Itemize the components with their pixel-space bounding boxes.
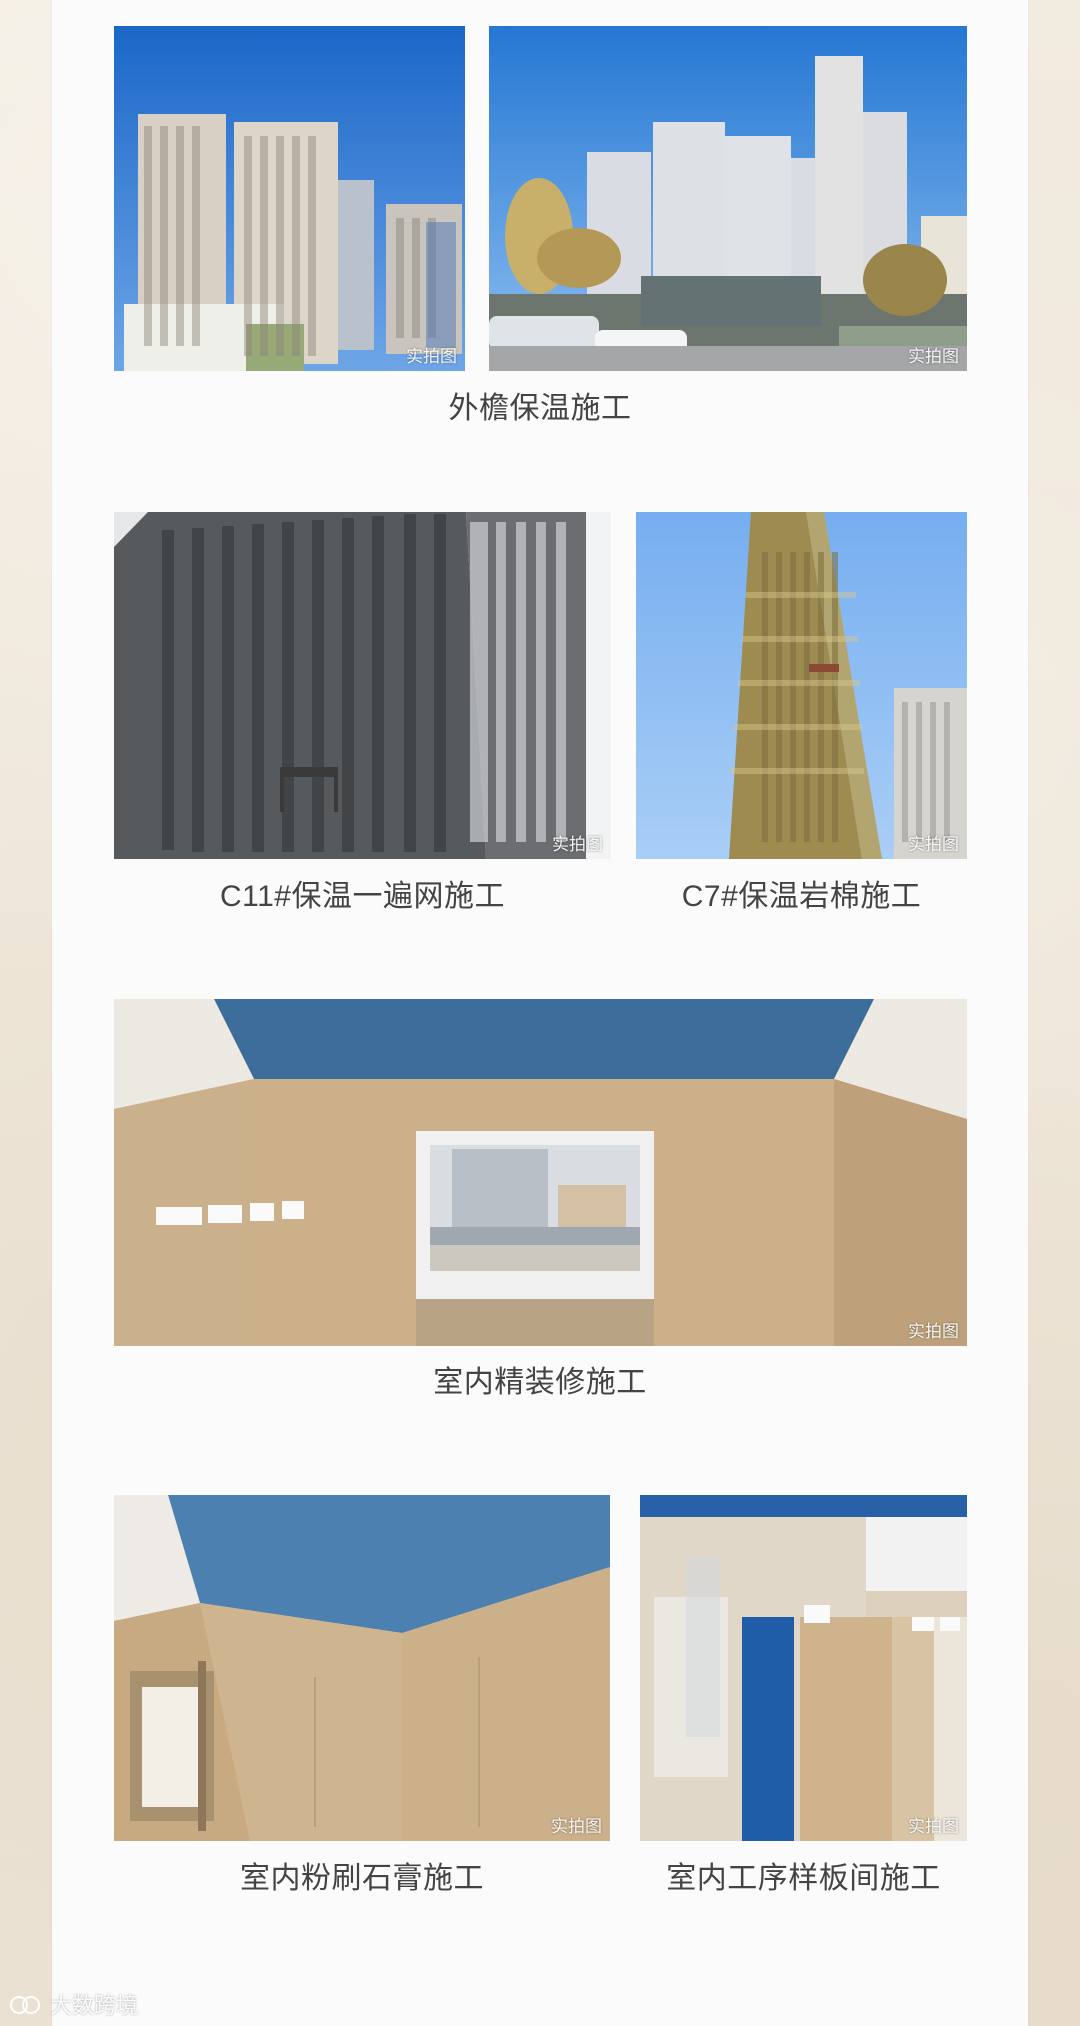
caption-gypsum-plastering: 室内粉刷石膏施工	[240, 1862, 484, 1895]
photo-interior-finishing: 实拍图	[114, 999, 967, 1346]
photo-watermark: 实拍图	[552, 835, 603, 854]
photo-process-sample-room: 实拍图	[640, 1495, 967, 1841]
photo-watermark: 实拍图	[908, 835, 959, 854]
photo-exterior-towers-right: 实拍图	[489, 26, 967, 371]
brand-watermark: 大数跨境	[10, 1988, 138, 2020]
photo-watermark: 实拍图	[908, 1817, 959, 1836]
content-card: 实拍图 实拍图 外檐保温施工 实拍图 实拍图 C11#保温一遍网施工 C7#保温…	[52, 0, 1028, 2026]
photo-c11-facade: 实拍图	[114, 512, 611, 859]
photo-c7-tower: 实拍图	[636, 512, 967, 859]
photo-watermark: 实拍图	[406, 347, 457, 366]
caption-interior-finishing: 室内精装修施工	[433, 1366, 647, 1399]
brand-logo-icon	[10, 1994, 44, 2014]
caption-c7-rockwool: C7#保温岩棉施工	[681, 880, 922, 913]
photo-watermark: 实拍图	[908, 347, 959, 366]
photo-exterior-towers-left: 实拍图	[114, 26, 465, 371]
photo-gypsum-plastering: 实拍图	[114, 1495, 610, 1841]
caption-exterior-insulation: 外檐保温施工	[448, 392, 632, 425]
brand-name: 大数跨境	[50, 1993, 139, 2018]
caption-process-sample-room: 室内工序样板间施工	[666, 1862, 941, 1895]
photo-watermark: 实拍图	[551, 1817, 602, 1836]
photo-watermark: 实拍图	[908, 1322, 959, 1341]
caption-c11-insulation-mesh: C11#保温一遍网施工	[220, 880, 505, 913]
